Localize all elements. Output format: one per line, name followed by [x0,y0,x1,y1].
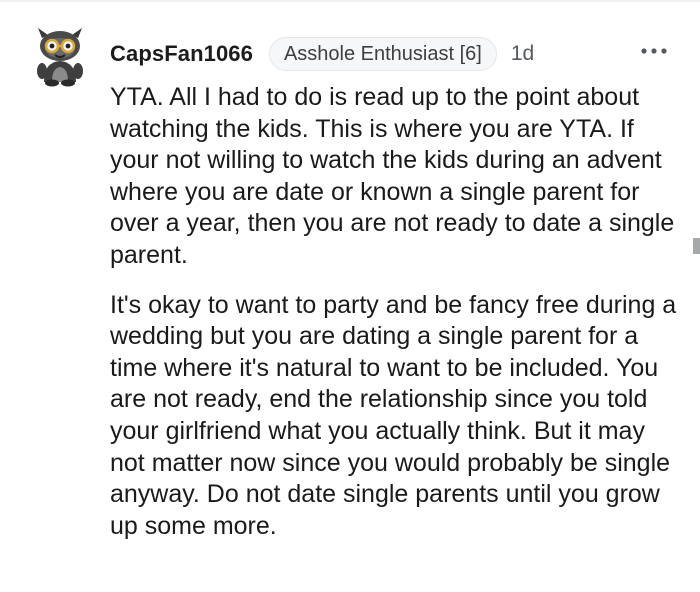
comment-paragraph: YTA. All I had to do is read up to the p… [110,83,675,269]
user-flair: Asshole Enthusiast [6] [268,37,497,71]
comment-header: CapsFan1066 Asshole Enthusiast [6] 1d [110,36,534,72]
comment-paragraph: It's okay to want to party and be fancy … [110,290,677,540]
avatar[interactable] [28,24,92,88]
username[interactable]: CapsFan1066 [110,41,253,67]
more-horizontal-icon [641,48,667,54]
comment-age: 1d [510,42,535,65]
snoo-avatar-icon [37,28,83,87]
comment-body: YTA. All I had to do is read up to the p… [110,82,685,542]
more-options-button[interactable] [636,38,672,64]
comment: CapsFan1066 Asshole Enthusiast [6] 1d YT… [0,0,700,592]
scroll-indicator [693,238,700,254]
